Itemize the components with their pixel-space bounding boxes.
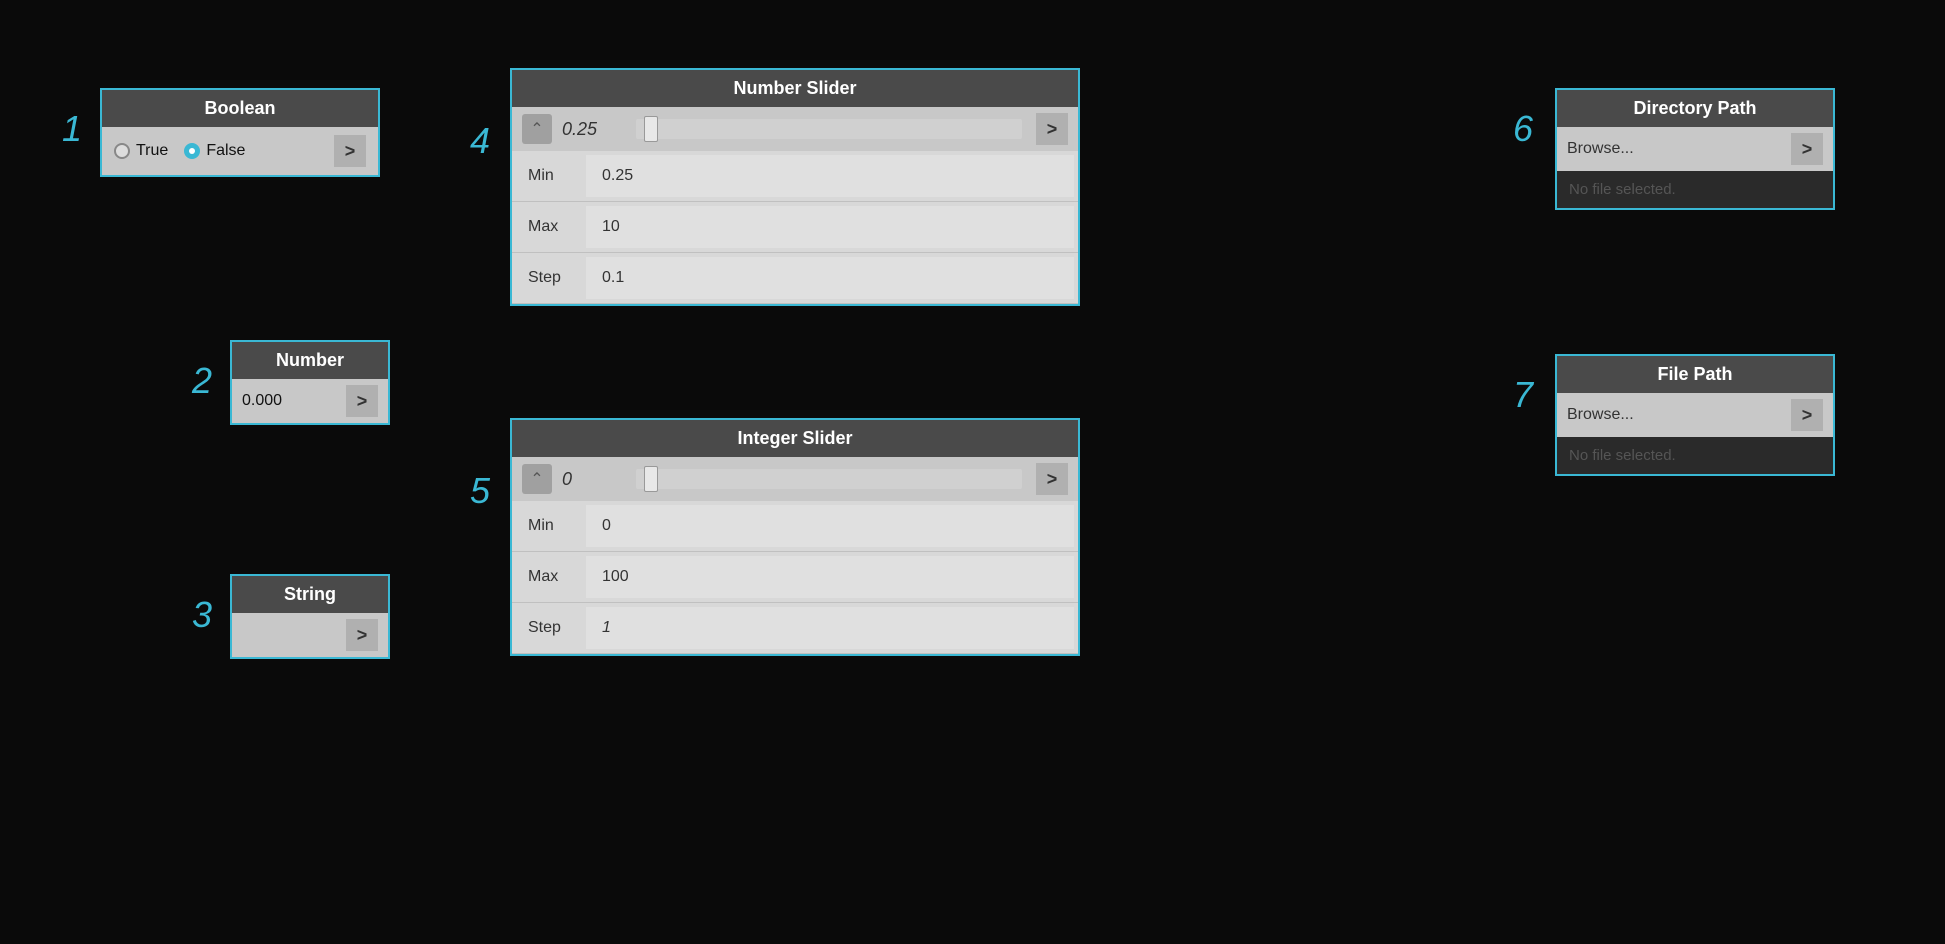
string-title: String [232, 576, 388, 613]
boolean-arrow-button[interactable]: > [334, 135, 366, 167]
directory-browse-row: Browse... > [1557, 127, 1833, 171]
integer-slider-step-value: 1 [586, 607, 1074, 649]
label-6: 6 [1513, 108, 1533, 150]
integer-slider-max-row: Max 100 [512, 552, 1078, 603]
integer-slider-max-value: 100 [586, 556, 1074, 598]
string-widget: String > [230, 574, 390, 659]
file-browse-row: Browse... > [1557, 393, 1833, 437]
number-slider-widget: Number Slider ⌃ 0.25 > Min 0.25 Max 10 S… [510, 68, 1080, 306]
number-value-row: 0.000 > [232, 379, 388, 423]
false-option[interactable]: False [184, 142, 245, 160]
integer-slider-min-label: Min [512, 505, 582, 547]
integer-slider-top-row: ⌃ 0 > [512, 457, 1078, 501]
directory-no-file-text: No file selected. [1557, 171, 1833, 208]
number-title: Number [232, 342, 388, 379]
number-slider-step-label: Step [512, 257, 582, 299]
number-slider-value: 0.25 [562, 119, 622, 140]
label-4: 4 [470, 120, 490, 162]
integer-slider-chevron[interactable]: ⌃ [522, 464, 552, 494]
integer-slider-max-label: Max [512, 556, 582, 598]
number-slider-min-row: Min 0.25 [512, 151, 1078, 202]
boolean-options-row: True False > [102, 127, 378, 175]
integer-slider-track[interactable] [636, 469, 1022, 489]
directory-browse-arrow-button[interactable]: > [1791, 133, 1823, 165]
false-label: False [206, 142, 245, 160]
label-5: 5 [470, 470, 490, 512]
file-path-widget: File Path Browse... > No file selected. [1555, 354, 1835, 476]
directory-browse-label: Browse... [1567, 140, 1634, 158]
number-slider-step-row: Step 0.1 [512, 253, 1078, 304]
number-slider-max-value: 10 [586, 206, 1074, 248]
true-option[interactable]: True [114, 142, 168, 160]
directory-path-title: Directory Path [1557, 90, 1833, 127]
integer-slider-widget: Integer Slider ⌃ 0 > Min 0 Max 100 Step … [510, 418, 1080, 656]
number-slider-track[interactable] [636, 119, 1022, 139]
number-slider-chevron[interactable]: ⌃ [522, 114, 552, 144]
number-slider-step-value: 0.1 [586, 257, 1074, 299]
boolean-title: Boolean [102, 90, 378, 127]
integer-slider-arrow-button[interactable]: > [1036, 463, 1068, 495]
integer-slider-min-row: Min 0 [512, 501, 1078, 552]
file-browse-arrow-button[interactable]: > [1791, 399, 1823, 431]
integer-slider-min-value: 0 [586, 505, 1074, 547]
false-radio[interactable] [184, 143, 200, 159]
true-radio[interactable] [114, 143, 130, 159]
number-slider-arrow-button[interactable]: > [1036, 113, 1068, 145]
file-no-file-text: No file selected. [1557, 437, 1833, 474]
number-slider-max-row: Max 10 [512, 202, 1078, 253]
number-widget: Number 0.000 > [230, 340, 390, 425]
file-browse-label: Browse... [1567, 406, 1634, 424]
label-3: 3 [192, 594, 212, 636]
directory-path-widget: Directory Path Browse... > No file selec… [1555, 88, 1835, 210]
number-slider-thumb[interactable] [644, 116, 658, 142]
number-slider-title: Number Slider [512, 70, 1078, 107]
number-arrow-button[interactable]: > [346, 385, 378, 417]
integer-slider-params: Min 0 Max 100 Step 1 [512, 501, 1078, 654]
number-value-display: 0.000 [242, 392, 282, 410]
number-slider-min-value: 0.25 [586, 155, 1074, 197]
label-1: 1 [62, 108, 82, 150]
number-slider-top-row: ⌃ 0.25 > [512, 107, 1078, 151]
label-2: 2 [192, 360, 212, 402]
integer-slider-step-label: Step [512, 607, 582, 649]
number-slider-params: Min 0.25 Max 10 Step 0.1 [512, 151, 1078, 304]
boolean-widget: Boolean True False > [100, 88, 380, 177]
label-7: 7 [1513, 374, 1533, 416]
number-slider-min-label: Min [512, 155, 582, 197]
number-slider-max-label: Max [512, 206, 582, 248]
string-arrow-button[interactable]: > [346, 619, 378, 651]
file-path-title: File Path [1557, 356, 1833, 393]
integer-slider-step-row: Step 1 [512, 603, 1078, 654]
true-label: True [136, 142, 168, 160]
string-value-row: > [232, 613, 388, 657]
integer-slider-value: 0 [562, 469, 622, 490]
integer-slider-thumb[interactable] [644, 466, 658, 492]
integer-slider-title: Integer Slider [512, 420, 1078, 457]
